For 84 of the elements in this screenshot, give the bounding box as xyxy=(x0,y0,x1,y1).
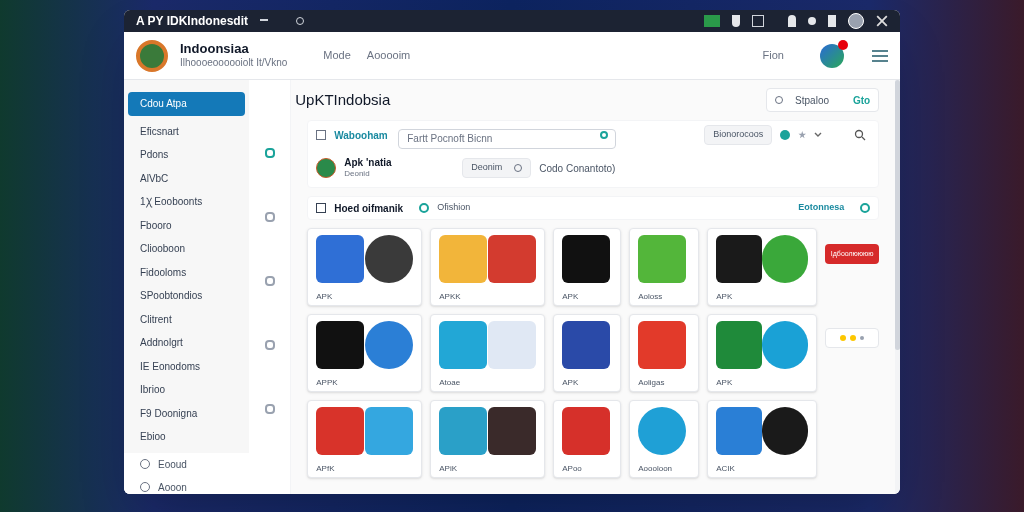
sort-button[interactable]: Bionorocoos xyxy=(704,125,773,145)
avatar[interactable] xyxy=(848,13,864,29)
app-card[interactable]: APKK xyxy=(430,228,546,306)
app-card[interactable]: Aoooloon xyxy=(629,400,700,478)
logo-icon[interactable] xyxy=(136,39,168,72)
checkbox-icon xyxy=(316,130,327,140)
app-label: Aoooloon xyxy=(638,463,674,475)
app-label: Aoloss xyxy=(638,291,664,303)
app-card[interactable]: APPK xyxy=(307,314,423,392)
app-label: Atoae xyxy=(439,377,462,389)
rail-icon[interactable] xyxy=(264,212,275,222)
dots-pill xyxy=(825,328,880,348)
avatar xyxy=(316,158,337,178)
profile-subtitle: Deonid xyxy=(344,169,371,180)
sidebar-item[interactable]: SPoobtondios xyxy=(128,284,246,308)
app-label: APK xyxy=(316,291,334,303)
checkbox-icon xyxy=(316,203,327,213)
refresh-icon[interactable] xyxy=(860,203,871,213)
site-name[interactable]: Indoonsiaa xyxy=(180,41,288,58)
site-tagline: Ilhoooeoooooiolt It/Vkno xyxy=(180,57,288,70)
sidebar-item[interactable]: Fbooro xyxy=(128,213,246,237)
app-label: ACIK xyxy=(716,463,736,475)
app-card[interactable]: APK xyxy=(553,228,622,306)
tab[interactable]: Wabooham xyxy=(334,127,391,143)
search-field[interactable]: Fartt Pocnoft Bicnn xyxy=(398,128,617,149)
sidebar-footer-link[interactable]: Eooud xyxy=(158,456,187,472)
app-card[interactable]: APfK xyxy=(307,400,423,478)
sidebar-item[interactable]: Fidooloms xyxy=(128,260,246,284)
status-label: Ofishion xyxy=(437,201,471,215)
sidebar-item[interactable]: IE Eonodoms xyxy=(128,354,246,378)
rail-icon[interactable] xyxy=(264,404,275,414)
app-label: APK xyxy=(562,377,580,389)
app-card[interactable]: Aoligas xyxy=(629,314,700,392)
app-label: APoo xyxy=(562,463,583,475)
app-label: APK xyxy=(716,377,734,389)
app-label: APPK xyxy=(316,377,339,389)
sidebar-item[interactable]: Ibrioo xyxy=(128,378,246,402)
sidebar-item[interactable]: Cdou Atpa xyxy=(128,92,246,116)
nav-link[interactable]: Aooooim xyxy=(366,47,411,64)
app-card[interactable]: APoo xyxy=(553,400,622,478)
sidebar-item[interactable]: Addnolgrt xyxy=(128,331,246,355)
profile-chip[interactable]: Deonim xyxy=(462,158,532,178)
search-icon[interactable] xyxy=(854,129,867,141)
profile-name: Apk 'natia xyxy=(344,156,393,170)
nav-link[interactable]: Fion xyxy=(762,47,784,64)
app-card[interactable]: APK xyxy=(707,314,818,392)
app-card[interactable]: APiK xyxy=(430,400,546,478)
shield-icon[interactable] xyxy=(732,15,740,27)
sidebar-item[interactable]: F9 Doonigna xyxy=(128,401,246,425)
app-card[interactable]: APK xyxy=(553,314,622,392)
signin-button[interactable]: Stpaloo Gto xyxy=(766,88,880,112)
section-title: Hoed oifmanik xyxy=(334,201,404,216)
close-icon[interactable] xyxy=(876,15,888,27)
page-title: UpKTIndobsia xyxy=(295,89,391,110)
rail-icon[interactable] xyxy=(264,148,275,158)
app-label: APiK xyxy=(439,463,459,475)
bell-icon[interactable] xyxy=(788,15,796,27)
sidebar-item[interactable]: Ebioo xyxy=(128,425,246,449)
rail-icon[interactable] xyxy=(264,340,275,350)
profile-detail: Codo Conantoto) xyxy=(539,161,616,176)
sidebar-item[interactable]: 1Ꭓ Eooboonts xyxy=(128,190,246,214)
sidebar-item[interactable]: Pdons xyxy=(128,143,246,167)
app-card[interactable]: Aoloss xyxy=(629,228,700,306)
window-title: A PY IDKIndonesdit xyxy=(136,13,248,30)
app-card[interactable]: APK xyxy=(707,228,818,306)
sidebar-item[interactable]: AlVbC xyxy=(128,166,246,190)
sidebar-item[interactable]: Eficsnart xyxy=(128,119,246,143)
app-card[interactable]: APK xyxy=(307,228,423,306)
app-label: APK xyxy=(562,291,580,303)
app-label: APfK xyxy=(316,463,336,475)
app-card[interactable]: ACIK xyxy=(707,400,818,478)
grid-icon[interactable] xyxy=(752,15,764,27)
section-link[interactable]: Eotonnesa xyxy=(798,201,845,215)
app-card[interactable]: Atoae xyxy=(430,314,546,392)
nav-link[interactable]: Mode xyxy=(323,47,351,64)
menu-icon[interactable] xyxy=(872,49,888,62)
rail-icon[interactable] xyxy=(264,276,275,286)
app-label: APKK xyxy=(439,291,462,303)
sidebar-footer-link[interactable]: Aooon xyxy=(158,479,187,494)
sidebar-item[interactable]: Cliooboon xyxy=(128,237,246,261)
app-label: Aoligas xyxy=(638,377,666,389)
app-label: APK xyxy=(716,291,734,303)
sidebar-item[interactable]: Clitrent xyxy=(128,307,246,331)
chevron-down-icon[interactable] xyxy=(814,132,823,138)
